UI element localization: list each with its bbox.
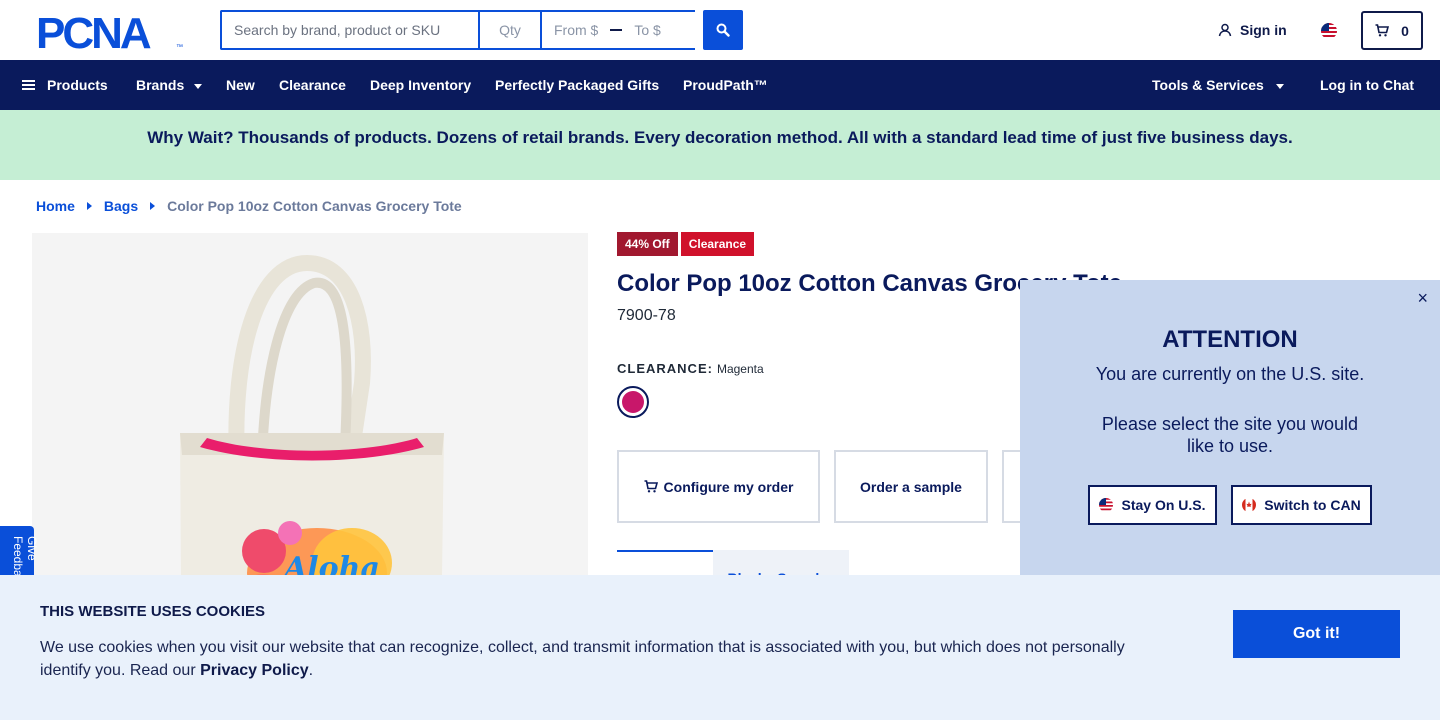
breadcrumb-current: Color Pop 10oz Cotton Canvas Grocery Tot…: [167, 198, 462, 214]
got-it-button[interactable]: Got it!: [1233, 610, 1400, 658]
nav-perfectly-packaged[interactable]: Perfectly Packaged Gifts: [495, 77, 659, 93]
chevron-down-icon: [194, 83, 203, 89]
main-nav: Products Brands New Clearance Deep Inven…: [0, 60, 1440, 110]
privacy-policy-link[interactable]: Privacy Policy: [200, 662, 309, 679]
chevron-down-icon: [1275, 83, 1284, 89]
us-flag-icon[interactable]: [1321, 23, 1337, 39]
nav-products[interactable]: Products: [22, 77, 108, 93]
clearance-badge: Clearance: [680, 232, 755, 256]
us-flag-icon: [1099, 498, 1114, 512]
popup-select-site-text: Please select the site you would like to…: [1101, 414, 1359, 456]
product-sku: 7900-78: [617, 307, 676, 324]
popup-current-site-text: You are currently on the U.S. site.: [1095, 364, 1365, 384]
product-badges: 44% Off Clearance: [617, 232, 755, 256]
switch-to-can-label: Switch to CAN: [1264, 497, 1361, 513]
cart-button[interactable]: 0: [1361, 11, 1423, 50]
nav-tools-label: Tools & Services: [1152, 77, 1264, 93]
clearance-label-text: CLEARANCE:: [617, 361, 713, 376]
price-to-input[interactable]: To $: [634, 22, 660, 38]
stay-on-us-label: Stay On U.S.: [1121, 497, 1206, 513]
cookie-banner: THIS WEBSITE USES COOKIES We use cookies…: [0, 575, 1440, 720]
switch-to-can-button[interactable]: Switch to CAN: [1231, 485, 1372, 525]
nav-products-label: Products: [47, 77, 108, 93]
promo-banner: Why Wait? Thousands of products. Dozens …: [0, 110, 1440, 180]
price-from-input[interactable]: From $: [554, 22, 598, 38]
pcna-logo[interactable]: PCNA ™: [36, 9, 186, 58]
price-range-dash: [610, 29, 623, 31]
breadcrumb-arrow-icon: [86, 202, 92, 210]
selected-color-name: Magenta: [716, 362, 764, 376]
canada-flag-icon: [1242, 498, 1257, 512]
close-icon[interactable]: ×: [1417, 288, 1428, 309]
discount-badge: 44% Off: [617, 232, 678, 256]
price-range[interactable]: From $ To $: [540, 10, 695, 50]
configure-order-label: Configure my order: [663, 478, 794, 495]
order-sample-button[interactable]: Order a sample: [834, 450, 988, 523]
search-icon: [716, 23, 730, 37]
search-input[interactable]: Search by brand, product or SKU: [220, 10, 478, 50]
nav-clearance[interactable]: Clearance: [279, 77, 346, 93]
region-select-popup: × ATTENTION You are currently on the U.S…: [1020, 280, 1440, 580]
popup-title: ATTENTION: [1162, 326, 1298, 353]
nav-proudpath[interactable]: ProudPath™: [683, 77, 768, 93]
color-swatch-magenta[interactable]: [617, 386, 649, 418]
promo-text: Why Wait? Thousands of products. Dozens …: [147, 128, 1293, 147]
menu-icon: [22, 80, 35, 90]
nav-brands-label: Brands: [136, 77, 185, 93]
qty-input[interactable]: Qty: [478, 10, 540, 50]
breadcrumb-home[interactable]: Home: [36, 198, 75, 214]
top-header: PCNA ™ Search by brand, product or SKU Q…: [0, 0, 1440, 60]
search-bar: Search by brand, product or SKU Qty From…: [220, 10, 743, 50]
order-sample-label: Order a sample: [860, 478, 962, 495]
cart-icon: [644, 480, 658, 493]
swatch-color: [622, 391, 644, 413]
nav-brands[interactable]: Brands: [136, 77, 203, 93]
user-icon: [1218, 23, 1232, 37]
cookie-text: We use cookies when you visit our websit…: [40, 636, 1150, 682]
configure-order-button[interactable]: Configure my order: [617, 450, 820, 523]
breadcrumb-arrow-icon: [150, 202, 156, 210]
cookie-period: .: [308, 662, 314, 679]
nav-deep-inventory[interactable]: Deep Inventory: [370, 77, 471, 93]
cookie-title: THIS WEBSITE USES COOKIES: [40, 603, 266, 620]
logo-text: PCNA: [36, 11, 151, 51]
search-button[interactable]: [703, 10, 743, 50]
cart-count: 0: [1401, 22, 1409, 39]
stay-on-us-button[interactable]: Stay On U.S.: [1088, 485, 1217, 525]
sign-in-link[interactable]: Sign in: [1218, 22, 1287, 38]
breadcrumb-bags[interactable]: Bags: [104, 198, 138, 214]
color-selector-label: CLEARANCE: Magenta: [617, 361, 764, 376]
nav-tools-services[interactable]: Tools & Services: [1152, 77, 1284, 93]
svg-text:™: ™: [176, 44, 183, 51]
nav-log-in-chat[interactable]: Log in to Chat: [1320, 77, 1414, 93]
nav-new[interactable]: New: [226, 77, 255, 93]
sign-in-label: Sign in: [1240, 22, 1287, 38]
cart-icon: [1375, 24, 1390, 37]
breadcrumb: Home Bags Color Pop 10oz Cotton Canvas G…: [36, 198, 462, 214]
